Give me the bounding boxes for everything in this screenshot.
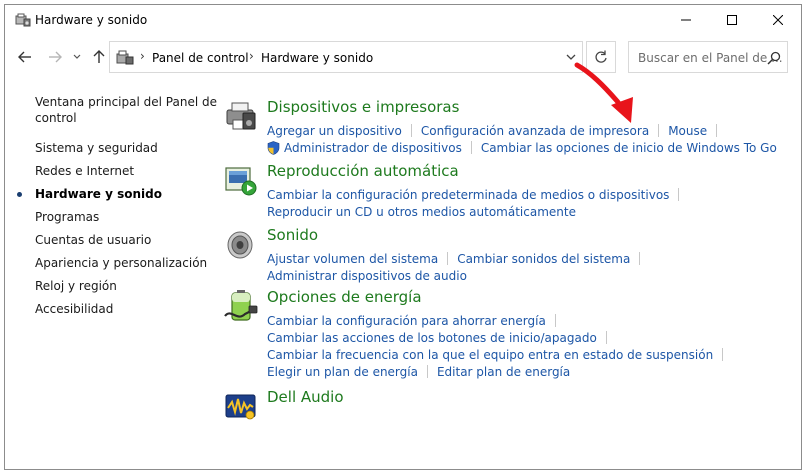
hardware-sound-icon [15,13,31,27]
link-cambiar-sonidos[interactable]: Cambiar sonidos del sistema [457,251,630,267]
sidebar-item-label: Hardware y sonido [35,187,162,201]
link-administrar-audio[interactable]: Administrar dispositivos de audio [267,268,467,284]
battery-power-icon [224,290,258,321]
sidebar-item-cuentas-usuario[interactable]: Cuentas de usuario [35,232,151,248]
section-title[interactable]: Dell Audio [267,388,344,406]
link-ahorrar-energia[interactable]: Cambiar la configuración para ahorrar en… [267,313,546,329]
minimize-icon [681,19,691,21]
search-input[interactable]: Buscar en el Panel de ... [638,51,783,65]
back-button[interactable] [13,45,37,69]
breadcrumb-separator: › [249,49,254,63]
sidebar-item-label: Ventana principal del Panel de [35,95,217,109]
breadcrumb-separator: › [140,49,145,63]
link-config-predeterminada-medios[interactable]: Cambiar la configuración predeterminada … [267,187,669,203]
section-title[interactable]: Opciones de energía [267,288,422,306]
link-divider [605,331,607,344]
link-mouse[interactable]: Mouse [668,123,707,139]
control-panel-icon [116,50,134,65]
section-title[interactable]: Sonido [267,226,318,244]
link-row: Cambiar la configuración para ahorrar en… [267,313,565,329]
search-icon[interactable] [767,51,781,65]
link-row: Reproducir un CD u otros medios automáti… [267,204,576,220]
close-icon [773,15,783,25]
link-divider [410,124,412,137]
section-title[interactable]: Dispositivos e impresoras [267,98,459,116]
link-divider [722,348,724,361]
minimize-button[interactable] [663,5,709,35]
up-button[interactable] [87,45,111,69]
link-divider [678,188,680,201]
link-config-avanzada-impresora[interactable]: Configuración avanzada de impresora [421,123,649,139]
maximize-button[interactable] [709,5,755,35]
sidebar-item-accesibilidad[interactable]: Accesibilidad [35,301,113,317]
link-row: Cambiar las acciones de los botones de i… [267,330,616,346]
sidebar-item-label: control [35,111,77,125]
link-elegir-plan[interactable]: Elegir un plan de energía [267,364,418,380]
link-row: Agregar un dispositivo Configuración avan… [267,123,726,139]
refresh-button[interactable] [586,41,616,73]
sidebar-item-reloj-region[interactable]: Reloj y región [35,278,117,294]
link-agregar-dispositivo[interactable]: Agregar un dispositivo [267,123,402,139]
chevron-down-icon[interactable] [564,50,578,64]
link-divider [639,252,641,265]
link-windows-to-go[interactable]: Cambiar las opciones de inicio de Window… [481,140,777,156]
link-row: Elegir un plan de energía Editar plan de … [267,364,570,380]
close-button[interactable] [755,5,801,35]
recent-locations-button[interactable] [65,45,89,69]
breadcrumb-panel-de-control[interactable]: Panel de control [152,51,249,65]
sidebar-item-redes-internet[interactable]: Redes e Internet [35,163,134,179]
link-row: Cambiar la frecuencia con la que el equi… [267,347,732,363]
speaker-icon [227,231,253,259]
sidebar-item-hardware-sonido[interactable]: Hardware y sonido [17,186,162,202]
title-bar[interactable]: Hardware y sonido [5,5,801,36]
refresh-icon [595,50,607,63]
forward-button[interactable] [43,45,67,69]
link-acciones-botones[interactable]: Cambiar las acciones de los botones de i… [267,330,597,346]
link-editar-plan[interactable]: Editar plan de energía [437,364,570,380]
link-divider [426,365,428,378]
arrow-right-icon [49,51,62,63]
link-row: Administrador de dispositivos Cambiar las… [267,140,777,156]
autoplay-icon [225,167,257,196]
dell-audio-icon [225,394,256,420]
link-divider [554,314,556,327]
sidebar-item-ventana-principal[interactable]: Ventana principal del Panel de control [35,94,217,126]
search-box[interactable]: Buscar en el Panel de ... [628,41,788,73]
sidebar-item-sistema-seguridad[interactable]: Sistema y seguridad [35,140,158,156]
link-divider [658,124,660,137]
link-divider [470,141,472,154]
link-row: Cambiar la configuración predeterminada … [267,187,688,203]
arrow-left-icon [18,51,31,63]
link-divider [716,124,718,137]
control-panel-window: Hardware y sonido › Panel de control › H… [4,4,802,470]
sidebar-item-apariencia[interactable]: Apariencia y personalización [35,255,207,271]
maximize-icon [727,15,737,25]
breadcrumb-hardware-y-sonido[interactable]: Hardware y sonido [261,51,373,65]
devices-printers-icon [226,102,256,130]
link-ajustar-volumen[interactable]: Ajustar volumen del sistema [267,251,438,267]
link-administrador-dispositivos[interactable]: Administrador de dispositivos [284,140,462,156]
link-divider [447,252,449,265]
link-row: Ajustar volumen del sistema Cambiar sonid… [267,251,649,267]
chevron-down-icon [73,54,81,59]
sidebar-item-programas[interactable]: Programas [35,209,99,225]
window-title: Hardware y sonido [35,13,148,27]
active-bullet-icon [17,192,22,197]
link-frecuencia-suspension[interactable]: Cambiar la frecuencia con la que el equi… [267,347,713,363]
section-title[interactable]: Reproducción automática [267,162,459,180]
link-row: Administrar dispositivos de audio [267,268,467,284]
arrow-up-icon [93,50,105,63]
link-reproducir-cd[interactable]: Reproducir un CD u otros medios automáti… [267,204,576,220]
uac-shield-icon [267,141,280,155]
address-bar[interactable]: › Panel de control › Hardware y sonido [109,41,583,73]
